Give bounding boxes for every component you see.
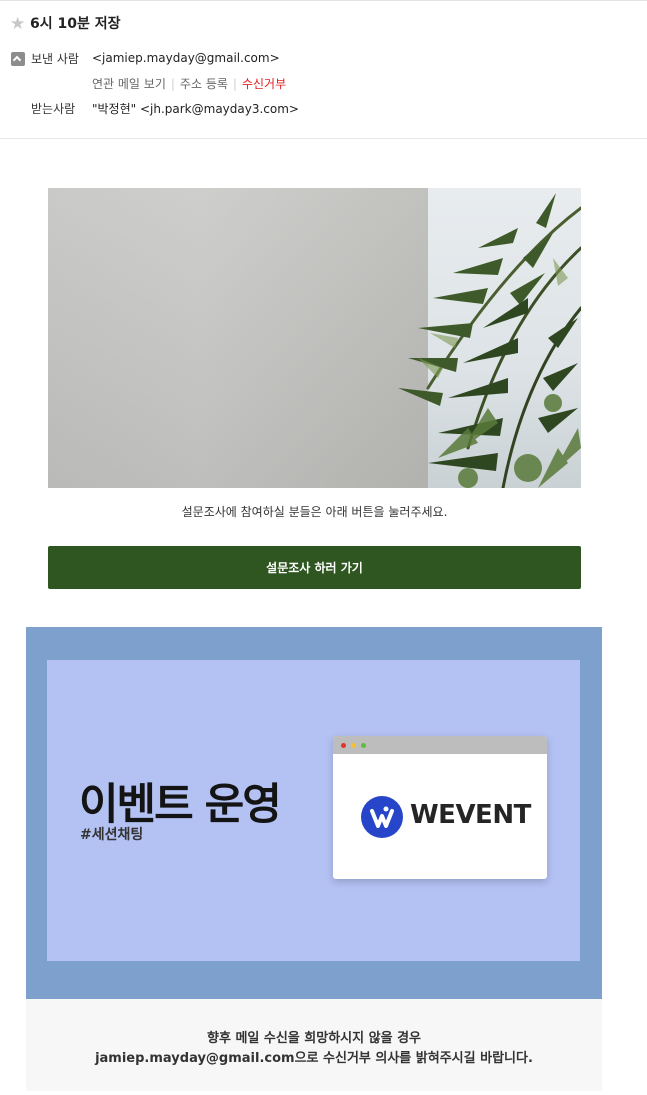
divider: | <box>170 77 175 91</box>
mail-subject: 6시 10분 저장 <box>30 16 121 32</box>
mail-header: ★ 6시 10분 저장 보낸 사람 <jamiep.mayday@gmail.c… <box>0 1 647 139</box>
notice-line-2: jamiep.mayday@gmail.com으로 수신거부 의사를 밝혀주시길… <box>95 1051 533 1066</box>
wevent-logo-icon <box>361 796 403 838</box>
from-label: 보낸 사람 <box>31 52 79 66</box>
notice-line-1: 향후 메일 수신을 희망하시지 않을 경우 <box>207 1031 421 1046</box>
survey-button[interactable]: 설문조사 하러 가기 <box>48 546 581 589</box>
promo-title: 이벤트 운영 <box>79 780 282 830</box>
recipient-address[interactable]: "박정현" <jh.park@mayday3.com> <box>92 100 299 117</box>
sender-address[interactable]: <jamiep.mayday@gmail.com> <box>92 51 280 65</box>
promo-banner[interactable]: 이벤트 운영 #세션채팅 WEVENT <box>26 627 602 999</box>
close-dot-icon <box>341 743 346 748</box>
wevent-brand: WEVENT <box>410 800 531 830</box>
palm-leaves <box>398 193 581 488</box>
survey-instruction: 설문조사에 참여하실 분들은 아래 버튼을 눌러주세요. <box>181 505 448 519</box>
promo-tag: #세션채팅 <box>80 827 144 843</box>
divider: | <box>232 77 237 91</box>
maximize-dot-icon <box>361 743 366 748</box>
unsubscribe-notice: 향후 메일 수신을 희망하시지 않을 경우 jamiep.mayday@gmai… <box>26 999 602 1091</box>
sender-actions: 연관 메일 보기 | 주소 등록 | 수신거부 <box>92 75 286 92</box>
browser-mockup: WEVENT <box>333 736 547 879</box>
promo-card: 이벤트 운영 #세션채팅 WEVENT <box>47 660 580 961</box>
minimize-dot-icon <box>351 743 356 748</box>
reject-link[interactable]: 수신거부 <box>242 77 286 91</box>
related-mail-link[interactable]: 연관 메일 보기 <box>92 77 166 91</box>
collapse-up-icon[interactable] <box>11 52 25 66</box>
add-address-link[interactable]: 주소 등록 <box>180 77 228 91</box>
browser-titlebar <box>333 736 547 754</box>
hero-image <box>48 188 581 488</box>
to-label: 받는사람 <box>31 102 76 116</box>
star-icon[interactable]: ★ <box>10 14 25 34</box>
